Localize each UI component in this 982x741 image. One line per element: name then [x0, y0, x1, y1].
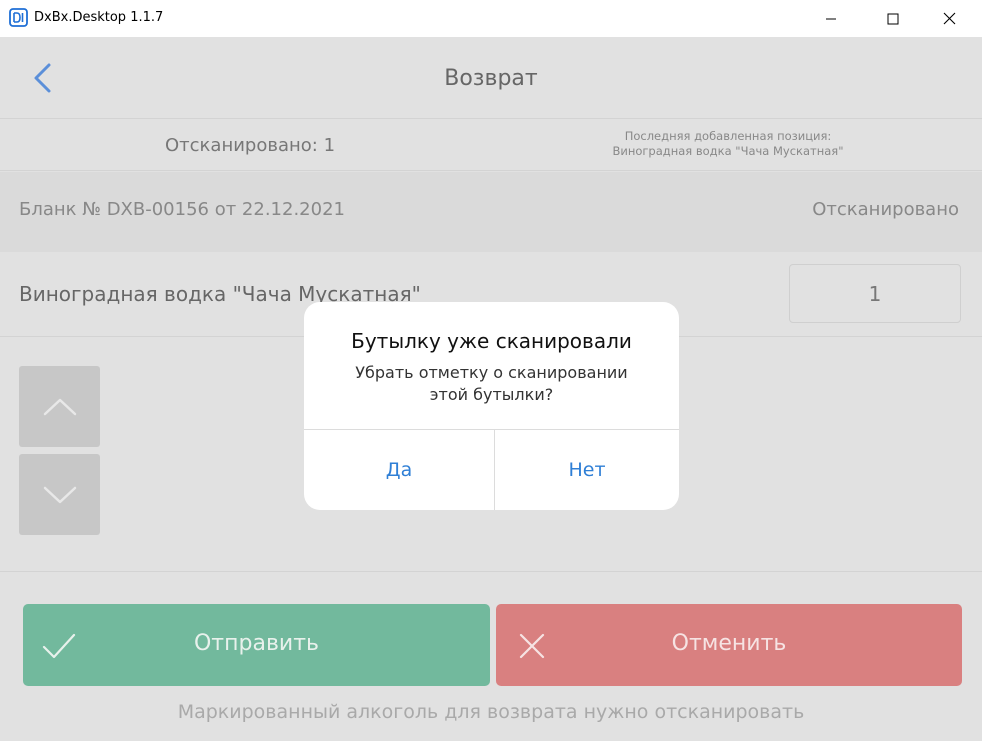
- chevron-up-icon: [43, 398, 76, 415]
- last-added-position: Последняя добавленная позиция: Виноградн…: [560, 129, 896, 159]
- send-button-label: Отправить: [193, 631, 319, 656]
- close-window-button[interactable]: [926, 0, 972, 37]
- last-added-value: Виноградная водка "Чача Мускатная": [612, 144, 844, 158]
- minimize-icon: [826, 18, 836, 19]
- cancel-button-label: Отменить: [671, 631, 787, 656]
- confirm-dialog: Бутылку уже сканировали Убрать отметку о…: [304, 302, 679, 510]
- scan-info-row: Отсканировано: 1 Последняя добавленная п…: [0, 119, 982, 171]
- page-title: Возврат: [444, 66, 538, 91]
- scroll-up-button[interactable]: [19, 366, 100, 447]
- page-header: Возврат: [0, 37, 982, 119]
- maximize-button[interactable]: [870, 0, 916, 37]
- dialog-no-button[interactable]: Нет: [495, 430, 679, 510]
- close-icon: [943, 12, 955, 25]
- scanned-count: Отсканировано: 1: [165, 135, 336, 156]
- document-row: Бланк № DXB-00156 от 22.12.2021 Отсканир…: [0, 172, 982, 252]
- dialog-message: Убрать отметку о сканировании этой бутыл…: [355, 363, 628, 404]
- dialog-yes-button[interactable]: Да: [304, 430, 494, 510]
- footer-hint: Маркированный алкоголь для возврата нужн…: [177, 701, 805, 723]
- last-added-label: Последняя добавленная позиция:: [624, 129, 832, 143]
- dxbx-logo-icon: [9, 8, 28, 27]
- title-bar: DxBx.Desktop 1.1.7: [0, 0, 982, 37]
- scroll-down-button[interactable]: [19, 454, 100, 535]
- dialog-title: Бутылку уже сканировали: [351, 329, 632, 353]
- minimize-button[interactable]: [808, 0, 854, 37]
- send-button[interactable]: Отправить: [23, 604, 490, 686]
- quantity-field[interactable]: 1: [789, 264, 961, 323]
- cancel-button[interactable]: Отменить: [496, 604, 962, 686]
- window-title: DxBx.Desktop 1.1.7: [34, 10, 164, 25]
- document-status: Отсканировано: [812, 199, 959, 220]
- maximize-icon: [887, 13, 899, 24]
- footer: Отправить Отменить Маркированный алкогол…: [0, 571, 982, 741]
- document-number: Бланк № DXB-00156 от 22.12.2021: [19, 199, 345, 220]
- chevron-down-icon: [43, 486, 76, 503]
